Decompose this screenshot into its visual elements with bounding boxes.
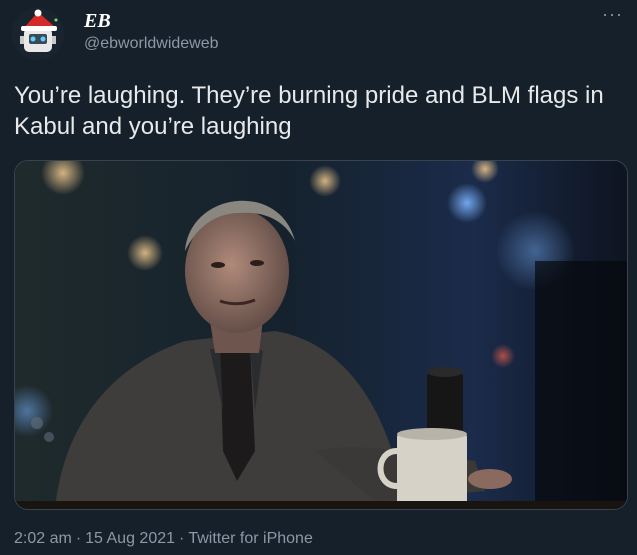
tweet-source[interactable]: Twitter for iPhone: [188, 530, 313, 548]
tweet-date[interactable]: 15 Aug 2021: [85, 530, 175, 548]
display-name[interactable]: EB: [84, 10, 111, 33]
tweet-media-image[interactable]: [14, 160, 628, 510]
tweet-time[interactable]: 2:02 am: [14, 530, 72, 548]
separator: ·: [179, 530, 185, 547]
separator: ·: [75, 530, 82, 547]
tweet-text: You’re laughing. They’re burning pride a…: [14, 82, 604, 140]
user-handle[interactable]: @ebworldwideweb: [84, 35, 219, 53]
avatar[interactable]: [12, 8, 64, 60]
more-options-icon[interactable]: ···: [602, 4, 623, 25]
robot-avatar-icon: [12, 8, 64, 60]
man-at-bar-image: [15, 161, 627, 509]
tweet-metadata: 2:02 am · 15 Aug 2021 · Twitter for iPhone: [14, 530, 313, 548]
tweet-card: EB @ebworldwideweb ··· You’re laughing. …: [0, 0, 637, 555]
